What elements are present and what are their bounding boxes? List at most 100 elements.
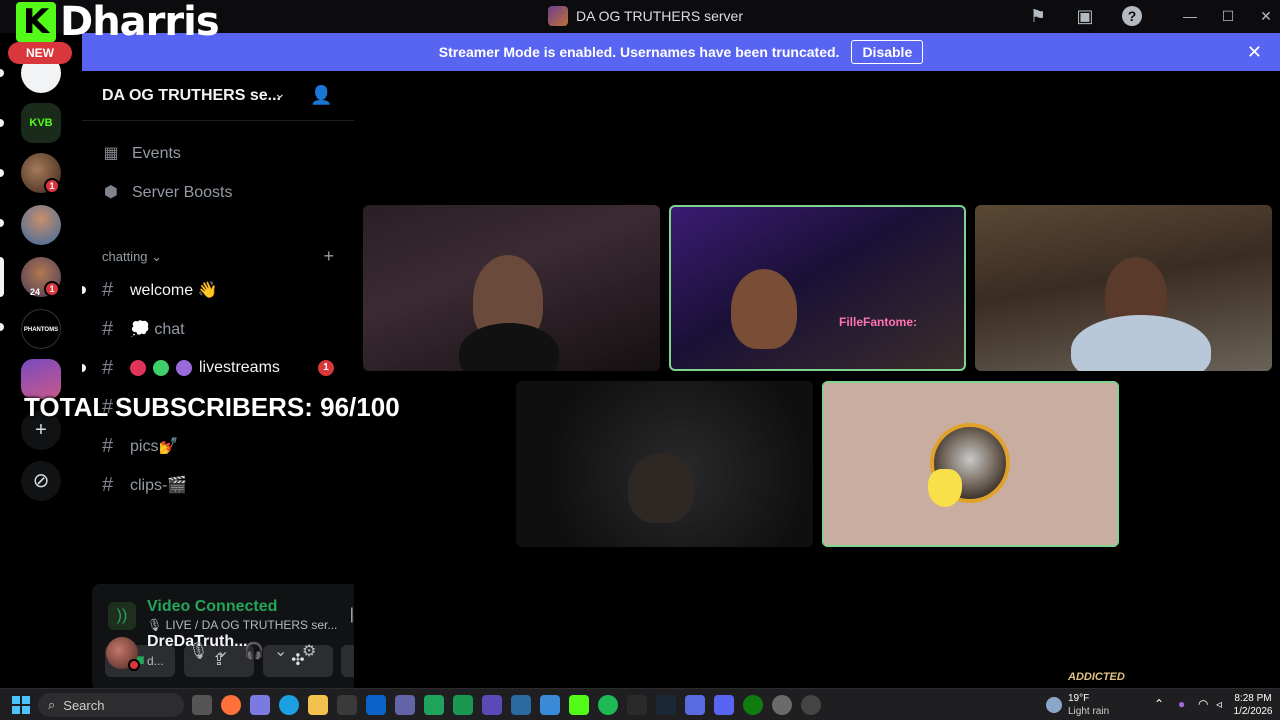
xbox-icon[interactable] [743, 695, 763, 715]
video-tile[interactable] [363, 205, 660, 371]
minimize-button[interactable]: — [1180, 6, 1200, 26]
unread-indicator [82, 364, 86, 372]
discord-app: DA OG TRUTHERS server ⚑ ▣ ? — ☐ ✕ K Dhar… [0, 0, 1280, 720]
mic-tray-icon[interactable]: ● [1178, 697, 1185, 711]
red-circle-icon [130, 360, 146, 376]
server-icon-kvb[interactable]: KVB [21, 103, 61, 143]
speaker-icon[interactable]: ◃ [1216, 697, 1222, 711]
hash-icon: # [102, 317, 114, 340]
headphones-icon[interactable]: 🎧 [244, 641, 264, 661]
channel-clips[interactable]: # clips-🎬 [102, 469, 338, 501]
app-icon[interactable] [685, 695, 705, 715]
app-icon[interactable] [511, 695, 531, 715]
events-link[interactable]: ▦ Events [102, 145, 181, 163]
flag-icon[interactable]: ⚑ [1028, 6, 1048, 26]
app-icon[interactable] [540, 695, 560, 715]
channel-pics[interactable]: # pics💅 [102, 430, 338, 462]
settings-gear-icon[interactable]: ⚙ [302, 641, 316, 661]
channel-welcome[interactable]: # welcome 👋 [82, 274, 338, 306]
purple-circle-icon [176, 360, 192, 376]
channel-label: welcome 👋 [130, 282, 218, 299]
microphone-icon[interactable]: 🎙 [188, 641, 208, 661]
server-header[interactable]: DA OG TRUTHERS se... ⌄ 👤 [82, 71, 354, 121]
hash-icon: # [102, 473, 114, 496]
copilot-icon[interactable] [250, 695, 270, 715]
close-icon[interactable]: ✕ [1247, 42, 1262, 63]
unread-indicator [0, 69, 4, 77]
server-icon-phantoms[interactable]: PHANTOMS [21, 309, 61, 349]
outlook-icon[interactable] [366, 695, 386, 715]
clock-date[interactable]: 1/2/2026 [1232, 706, 1274, 717]
stream-overlay-name: FilleFantome: [839, 315, 918, 329]
epic-games-icon[interactable] [627, 695, 647, 715]
disable-streamer-mode-button[interactable]: Disable [851, 40, 924, 64]
firefox-icon[interactable] [221, 695, 241, 715]
channel-chat[interactable]: # 💭 chat [102, 313, 338, 345]
store-icon[interactable] [337, 695, 357, 715]
spotify-icon[interactable] [598, 695, 618, 715]
hash-icon: # [102, 278, 114, 301]
channel-label: 💭 chat [130, 321, 185, 338]
wifi-icon[interactable]: ◠ [1198, 697, 1208, 711]
file-explorer-icon[interactable] [308, 695, 328, 715]
unread-indicator [82, 286, 86, 294]
close-window-button[interactable]: ✕ [1256, 6, 1276, 26]
help-icon[interactable]: ? [1122, 6, 1142, 26]
selected-indicator [0, 257, 4, 297]
invite-people-icon[interactable]: 👤 [310, 85, 332, 106]
app-icon[interactable] [801, 695, 821, 715]
window-title-text: DA OG TRUTHERS server [576, 8, 743, 24]
hash-icon: # [102, 434, 114, 457]
user-status: d... [147, 654, 164, 668]
task-view-icon[interactable] [192, 695, 212, 715]
unread-indicator [0, 169, 4, 177]
server-rail: KVB 1 1 24 PHANTOMS + ⊘ [0, 33, 82, 688]
participant-video [1071, 315, 1211, 371]
banana-emoji-icon [928, 469, 962, 507]
server-name: DA OG TRUTHERS se... [102, 87, 281, 104]
video-tile[interactable] [975, 205, 1272, 371]
app-icon[interactable] [424, 695, 444, 715]
maximize-button[interactable]: ☐ [1218, 6, 1238, 26]
inbox-icon[interactable]: ▣ [1075, 6, 1095, 26]
boost-icon: ⬢ [104, 184, 118, 201]
chevron-down-icon[interactable]: ⌄ [216, 641, 229, 661]
participant-video [731, 269, 797, 349]
taskbar-search[interactable]: ⌕ Search [38, 693, 184, 717]
video-tile[interactable] [516, 381, 813, 547]
video-tile-avatar[interactable] [822, 381, 1119, 547]
discord-icon[interactable] [714, 695, 734, 715]
unread-indicator [0, 119, 4, 127]
channel-livestreams[interactable]: # livestreams 1 [82, 352, 338, 384]
streamer-mode-banner: Streamer Mode is enabled. Usernames have… [82, 33, 1280, 71]
add-channel-icon[interactable]: + [323, 246, 334, 267]
server-boosts-link[interactable]: ⬢ Server Boosts [102, 184, 232, 202]
clock-time[interactable]: 8:28 PM [1232, 693, 1274, 704]
settings-gear-icon[interactable] [772, 695, 792, 715]
kick-logo: K [16, 2, 56, 42]
channel-label: livestreams [199, 359, 280, 376]
app-icon[interactable] [482, 695, 502, 715]
app-icon[interactable] [453, 695, 473, 715]
channel-sidebar: DA OG TRUTHERS se... ⌄ 👤 ▦ Events ⬢ Serv… [82, 71, 426, 691]
kick-icon[interactable] [569, 695, 589, 715]
events-label: Events [132, 145, 181, 162]
unread-indicator [0, 323, 4, 331]
steam-icon[interactable] [656, 695, 676, 715]
server-icon [548, 6, 568, 26]
windows-start-icon[interactable] [12, 696, 30, 714]
chevron-down-icon[interactable]: ⌄ [274, 641, 287, 661]
channel-label: pics💅 [130, 438, 179, 455]
discover-icon[interactable]: ⊘ [21, 461, 61, 501]
search-icon: ⌕ [48, 697, 56, 712]
weather-icon[interactable] [1046, 697, 1062, 713]
edge-icon[interactable] [279, 695, 299, 715]
video-tile-speaking[interactable]: FilleFantome: [669, 205, 966, 371]
mention-badge: 1 [318, 360, 334, 376]
banner-message: Streamer Mode is enabled. Usernames have… [438, 44, 840, 60]
category-chatting[interactable]: chatting ⌄ + [102, 246, 334, 267]
hash-icon: # [102, 356, 114, 379]
teams-icon[interactable] [395, 695, 415, 715]
server-icon-4[interactable] [21, 205, 61, 245]
tray-overflow-icon[interactable]: ⌃ [1154, 697, 1164, 711]
